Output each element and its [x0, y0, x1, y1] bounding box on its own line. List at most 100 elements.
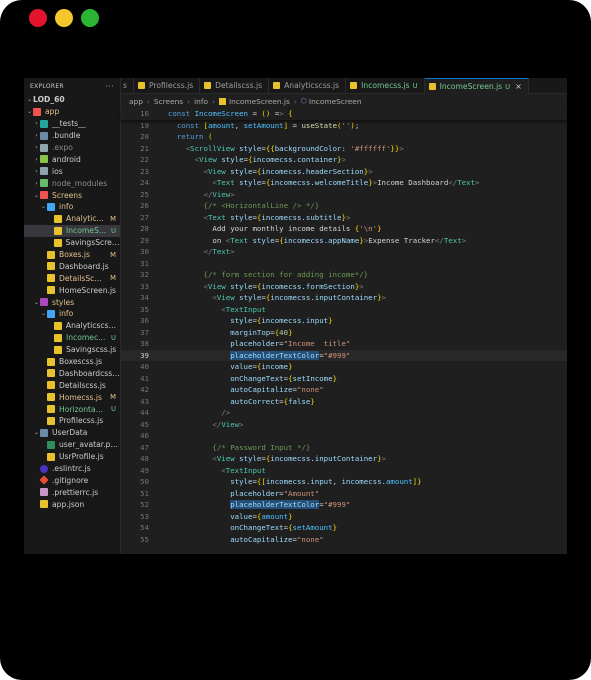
- tree-item[interactable]: HomeScreen.js: [24, 284, 120, 296]
- line-number: 53: [140, 511, 149, 521]
- editor-tab[interactable]: Profilecss.js: [134, 78, 201, 93]
- tree-item[interactable]: ⌄ info: [24, 201, 120, 213]
- tree-item[interactable]: Dashboardcss.js: [24, 367, 120, 379]
- chevron-down-icon[interactable]: ⌄: [40, 310, 47, 317]
- code-line: 40 value={income}: [121, 361, 567, 373]
- code-line: 19 const [amount, setAmount] = useState(…: [121, 120, 567, 132]
- tree-item[interactable]: Boxes.js M: [24, 249, 120, 261]
- line-number: 25: [140, 189, 149, 199]
- js-file-icon: [54, 345, 62, 354]
- chevron-right-icon[interactable]: ›: [33, 156, 40, 163]
- tree-item[interactable]: ⌄ Screens: [24, 189, 120, 201]
- close-icon[interactable]: ×: [515, 82, 522, 91]
- tree-item[interactable]: › node_modules: [24, 177, 120, 189]
- editor-tab[interactable]: Analyticscss.js: [269, 78, 347, 93]
- chevron-right-icon[interactable]: ›: [33, 168, 40, 175]
- editor-tab[interactable]: Incomecss.js U: [346, 78, 425, 93]
- code-text: <ScrollView style={{backgroundColor: '#f…: [185, 143, 404, 153]
- code-text: style={incomecss.input}: [230, 316, 333, 325]
- breadcrumb-file[interactable]: IncomeScreen.js: [229, 97, 290, 106]
- breadcrumb-symbol[interactable]: IncomeScreen: [309, 97, 362, 106]
- tree-item[interactable]: Analytic... M: [24, 213, 120, 225]
- code-text: const IncomeScreen = () => {: [167, 109, 293, 118]
- tree-item[interactable]: Boxescss.js: [24, 356, 120, 368]
- tree-item[interactable]: DetailsSc... M: [24, 272, 120, 284]
- chevron-down-icon[interactable]: ⌄: [40, 203, 47, 210]
- tree-item[interactable]: Savingscss.js: [24, 344, 120, 356]
- code-line: 49 <TextInput: [121, 465, 567, 477]
- editor-tabs: s Profilecss.js Detailscss.js Analyticscss.…: [121, 78, 567, 94]
- folder-icon: [47, 309, 55, 318]
- tree-item[interactable]: Homecss.js M: [24, 391, 120, 403]
- tree-item[interactable]: Detailscss.js: [24, 379, 120, 391]
- chevron-down-icon[interactable]: ⌄: [26, 108, 33, 115]
- line-number: 46: [140, 431, 149, 440]
- tree-item[interactable]: UsrProfile.js: [24, 451, 120, 463]
- close-window-button[interactable]: [29, 9, 47, 27]
- code-line: 43 autoCorrect={false}: [121, 396, 567, 408]
- code-text: const [amount, setAmount] = useState('')…: [176, 120, 360, 130]
- tree-item[interactable]: › ios: [24, 165, 120, 177]
- chevron-down-icon[interactable]: ⌄: [26, 96, 33, 103]
- code-area[interactable]: 16 const IncomeScreen = () => {19 const …: [121, 108, 567, 554]
- code-text: <View style={incomecss.container}>: [194, 155, 346, 164]
- editor-tab[interactable]: IncomeScreen.js U ×: [424, 78, 529, 94]
- maximize-window-button[interactable]: [81, 9, 99, 27]
- tree-item[interactable]: .prettierrc.js: [24, 486, 120, 498]
- chevron-right-icon[interactable]: ›: [33, 132, 40, 139]
- tree-item[interactable]: IncomeS... U: [24, 224, 120, 237]
- code-text: </View>: [212, 419, 244, 429]
- line-number: 36: [140, 316, 149, 325]
- chevron-down-icon[interactable]: ⌄: [33, 192, 40, 199]
- tree-item[interactable]: ⌄ info: [24, 308, 120, 320]
- chevron-right-icon[interactable]: ›: [33, 144, 40, 151]
- window-frame: EXPLORER ··· ⌄ LOD_60 ⌄ app › __tests__ › .bund…: [0, 0, 591, 680]
- chevron-right-icon[interactable]: ›: [33, 120, 40, 127]
- tree-item[interactable]: ⌄ styles: [24, 296, 120, 308]
- editor-tab[interactable]: s: [121, 78, 134, 93]
- breadcrumb-info[interactable]: info: [194, 97, 208, 106]
- breadcrumb-app[interactable]: app: [129, 97, 143, 106]
- tree-item[interactable]: ⌄ app: [24, 106, 120, 118]
- line-number: 41: [140, 373, 149, 383]
- minimize-window-button[interactable]: [55, 9, 73, 27]
- tree-item[interactable]: Profilecss.js: [24, 415, 120, 427]
- code-line: 16 const IncomeScreen = () => {: [121, 108, 567, 120]
- code-text: {/* <HorizontalLine /> */}: [203, 201, 320, 210]
- chevron-down-icon[interactable]: ⌄: [33, 429, 40, 436]
- tree-item[interactable]: SavingsScree...: [24, 237, 120, 249]
- tree-item[interactable]: Horizonta... U: [24, 403, 120, 415]
- tree-item[interactable]: app.json: [24, 498, 120, 510]
- tree-item[interactable]: › .expo: [24, 142, 120, 154]
- tree-item[interactable]: .gitignore: [24, 475, 120, 487]
- js-file-icon: [54, 214, 62, 223]
- tree-item[interactable]: › android: [24, 153, 120, 165]
- tree-item[interactable]: Analyticscss.js: [24, 320, 120, 332]
- editor-tab[interactable]: Detailscss.js: [200, 78, 270, 93]
- tree-item[interactable]: .eslintrc.js: [24, 463, 120, 475]
- line-number: 44: [140, 408, 149, 417]
- code-text: {/* Password Input */}: [212, 442, 311, 452]
- tree-item[interactable]: user_avatar.png: [24, 439, 120, 451]
- tree-item[interactable]: ⌄ UserData: [24, 427, 120, 439]
- code-text: onChangeText={setAmount}: [230, 523, 338, 532]
- tree-item[interactable]: Dashboard.js: [24, 260, 120, 272]
- code-text: />: [221, 408, 231, 417]
- breadcrumb-screens[interactable]: Screens: [154, 97, 183, 106]
- tree-item[interactable]: ⌄ LOD_60: [24, 94, 120, 106]
- more-actions-icon[interactable]: ···: [105, 82, 114, 91]
- tree-item[interactable]: › __tests__: [24, 118, 120, 130]
- image-file-icon: [46, 440, 55, 449]
- tree-item-label: Boxescss.js: [59, 357, 103, 367]
- js-file-icon: [218, 97, 226, 105]
- tree-item[interactable]: › .bundle: [24, 130, 120, 142]
- chevron-right-icon[interactable]: ›: [33, 180, 40, 187]
- chevron-down-icon[interactable]: ⌄: [33, 299, 40, 306]
- tree-item-label: __tests__: [52, 119, 86, 129]
- line-number: 47: [140, 442, 149, 452]
- code-editor: EXPLORER ··· ⌄ LOD_60 ⌄ app › __tests__ › .bund…: [24, 78, 567, 554]
- tree-item-label: app: [45, 107, 60, 117]
- tree-item[interactable]: Incomec... U: [24, 332, 120, 344]
- code-line: 52 placeholderTextColor="#999": [121, 499, 567, 511]
- tree-item-label: UserData: [52, 428, 88, 438]
